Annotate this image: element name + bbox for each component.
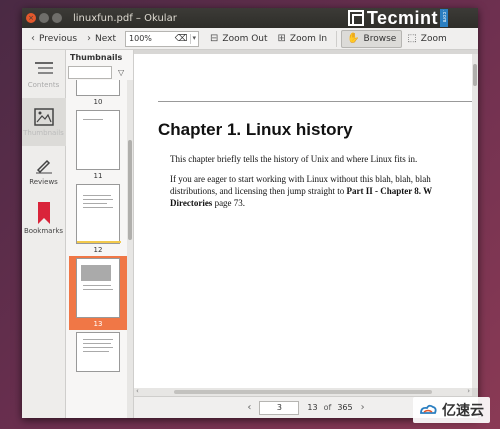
- next-button[interactable]: › Next: [82, 30, 121, 48]
- document-page: Chapter 1. Linux history This chapter br…: [134, 54, 472, 388]
- thumbnail-search-input[interactable]: [68, 65, 112, 79]
- paragraph-2-link: Part II - Chapter 8. W: [346, 186, 433, 196]
- header-rule: [158, 101, 472, 102]
- previous-button[interactable]: ‹ Previous: [26, 30, 82, 48]
- thumbnail-page-number: 11: [93, 172, 103, 180]
- previous-label: Previous: [39, 33, 78, 44]
- zoom-combobox[interactable]: 100% ⌫ ▾: [125, 30, 200, 47]
- previous-page-icon[interactable]: ‹: [247, 402, 251, 413]
- sidebar-item-label: Thumbnails: [23, 128, 64, 137]
- thumbnail-list[interactable]: 10 11 12 13: [66, 80, 133, 418]
- scroll-right-icon[interactable]: ›: [467, 387, 470, 395]
- thumbnail-page[interactable]: 12: [69, 182, 127, 256]
- main-area: Contents Thumbnails Reviews Bookmarks Th…: [21, 50, 478, 418]
- tecmint-watermark: Tecmint .com: [347, 7, 448, 28]
- paragraph-2-link-cont: Directories: [170, 198, 213, 208]
- vertical-scroll-handle[interactable]: [473, 64, 477, 86]
- thumbnail-page-number: 13: [93, 320, 103, 328]
- tecmint-side-text: .com: [440, 9, 448, 27]
- filter-icon[interactable]: ▽: [118, 68, 124, 77]
- page-number-input[interactable]: 3: [259, 400, 300, 415]
- paragraph-2-line-1: If you are eager to start working with L…: [170, 174, 431, 184]
- thumbnail-page-number: 10: [93, 98, 103, 106]
- browse-tool-button[interactable]: ✋ Browse: [341, 29, 403, 48]
- paragraph-1: This chapter briefly tells the history o…: [170, 154, 418, 164]
- thumbnail-image: [76, 110, 120, 170]
- tecmint-text: Tecmint: [366, 7, 438, 28]
- title-bar: × linuxfun.pdf – Okular Tecmint .com: [22, 8, 478, 28]
- paragraph-2-line-2-text: distributions, and licensing then jump s…: [170, 186, 347, 196]
- chevron-down-icon[interactable]: ▾: [189, 33, 199, 44]
- main-toolbar: ‹ Previous › Next 100% ⌫ ▾ ⊟ Zoom Out ⊞ …: [22, 28, 478, 50]
- toolbar-separator: [336, 30, 338, 47]
- thumbnails-panel: Thumbnails ▽ 10 11 12 13: [66, 50, 134, 418]
- thumbnail-page-selected[interactable]: 13: [69, 256, 127, 330]
- sidebar-item-label: Reviews: [29, 177, 58, 186]
- thumbnail-image: [76, 258, 120, 318]
- of-label: of: [323, 403, 332, 412]
- zoom-out-icon: ⊟: [210, 33, 219, 44]
- window-title: linuxfun.pdf – Okular: [73, 12, 177, 24]
- document-vertical-scrollbar[interactable]: [472, 54, 478, 388]
- sidebar-item-label: Bookmarks: [23, 226, 64, 235]
- sidebar-item-contents[interactable]: Contents: [22, 50, 66, 98]
- zoom-value[interactable]: 100%: [129, 34, 152, 43]
- okular-window: × linuxfun.pdf – Okular Tecmint .com ‹ P…: [21, 8, 478, 418]
- zoom-in-button[interactable]: ⊞ Zoom In: [273, 30, 333, 48]
- thumbnail-page[interactable]: 11: [69, 108, 127, 182]
- zoom-select-icon: ⬚: [407, 33, 417, 44]
- zoom-in-icon: ⊞: [277, 33, 286, 44]
- minimize-window-button[interactable]: [39, 13, 49, 23]
- browse-label: Browse: [363, 33, 397, 44]
- zoom-out-button[interactable]: ⊟ Zoom Out: [205, 30, 273, 48]
- paragraph-2-line-2: distributions, and licensing then jump s…: [170, 185, 432, 197]
- paragraph-2-line-3: Directories page 73.: [170, 197, 245, 209]
- maximize-window-button[interactable]: [52, 13, 62, 23]
- cloud-logo-icon: [420, 404, 437, 414]
- bookmark-icon: [37, 201, 50, 224]
- contents-icon: [34, 61, 53, 74]
- zoom-out-label: Zoom Out: [222, 33, 268, 44]
- sidebar-item-label: Contents: [27, 80, 60, 89]
- next-page-icon[interactable]: ›: [361, 402, 365, 413]
- chevron-left-icon: ‹: [31, 33, 35, 44]
- close-icon: ×: [28, 14, 34, 22]
- pen-icon: [35, 159, 52, 173]
- thumbnail-scrollbar[interactable]: [127, 80, 133, 418]
- yisuyun-watermark: 亿速云: [413, 397, 490, 423]
- thumbnail-image: [76, 80, 120, 96]
- image-icon: [33, 107, 54, 126]
- thumbnail-image: [76, 184, 121, 244]
- next-label: Next: [95, 33, 117, 44]
- paragraph-2-line-3-text: page 73.: [212, 198, 246, 208]
- thumbnail-page-number: 12: [93, 246, 103, 254]
- close-window-button[interactable]: ×: [26, 13, 36, 23]
- total-pages: 365: [337, 403, 353, 412]
- hand-icon: ✋: [347, 33, 360, 44]
- document-horizontal-scrollbar[interactable]: ‹ ›: [134, 387, 472, 396]
- thumbnails-heading: Thumbnails: [70, 53, 123, 62]
- sidebar-item-bookmarks[interactable]: Bookmarks: [22, 194, 66, 242]
- thumbnail-image: [76, 332, 120, 372]
- zoom-label: Zoom: [420, 33, 447, 44]
- chevron-right-icon: ›: [87, 33, 92, 44]
- chapter-title: Chapter 1. Linux history: [158, 120, 353, 139]
- sidebar-item-thumbnails[interactable]: Thumbnails: [21, 98, 66, 146]
- zoom-tool-button[interactable]: ⬚ Zoom: [402, 30, 451, 48]
- yisuyun-text: 亿速云: [442, 403, 484, 419]
- thumbnail-page[interactable]: 10: [69, 80, 127, 108]
- horizontal-scroll-handle[interactable]: [174, 390, 432, 394]
- thumbnail-search-row: ▽: [66, 64, 133, 80]
- current-page: 13: [307, 403, 318, 412]
- sidebar-item-reviews[interactable]: Reviews: [22, 146, 66, 194]
- tecmint-logo-icon: [347, 10, 364, 26]
- thumbnail-scroll-handle[interactable]: [128, 140, 132, 240]
- left-sidebar: Contents Thumbnails Reviews Bookmarks: [21, 50, 66, 418]
- clear-icon[interactable]: ⌫: [173, 34, 190, 44]
- thumbnail-page[interactable]: 14: [69, 330, 127, 374]
- document-view[interactable]: Chapter 1. Linux history This chapter br…: [134, 50, 478, 418]
- scroll-left-icon[interactable]: ‹: [136, 387, 139, 395]
- zoom-in-label: Zoom In: [289, 33, 328, 44]
